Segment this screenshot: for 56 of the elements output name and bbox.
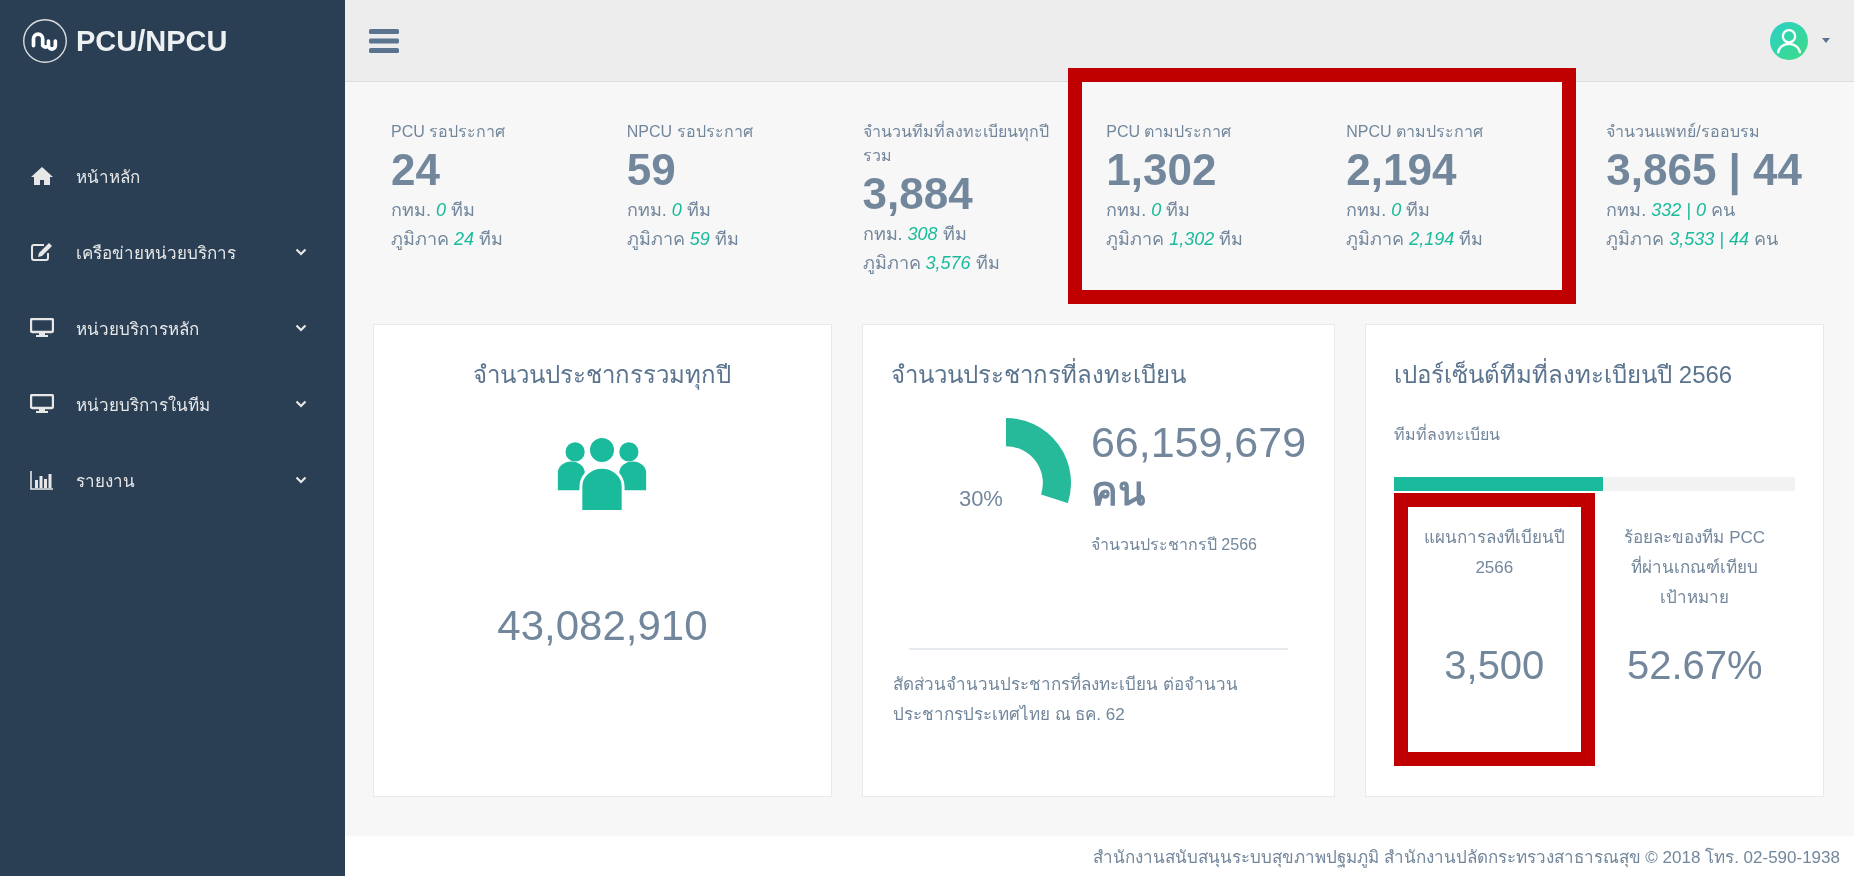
chevron-icon xyxy=(295,248,307,256)
stat-label: NPCU รอประกาศ xyxy=(626,122,754,142)
stat-value: 59 xyxy=(626,144,677,196)
edit-icon xyxy=(30,242,54,262)
stat-label: จำนวนทีมที่ลงทะเบียนทุกปีรวม xyxy=(862,120,1050,166)
menu-item[interactable]: เครือข่ายหน่วยบริการ xyxy=(0,214,345,290)
stat-value: 24 xyxy=(391,144,441,196)
stat-value: 3,865 | 44 xyxy=(1606,144,1804,196)
menu-item[interactable]: รายงาน xyxy=(0,442,345,518)
stat-detail: กทม. 332 | 0 คน xyxy=(1606,199,1736,222)
menu-item[interactable]: หน้าหลัก xyxy=(0,138,345,214)
stat-detail: ภูมิภาค 3,533 | 44 คน xyxy=(1606,228,1780,252)
card-title: เปอร์เซ็นต์ทีมที่ลงทะเบียนปี 2566 xyxy=(1394,355,1795,394)
chevron-icon xyxy=(295,324,307,332)
menu-item[interactable]: หน่วยบริการในทีม xyxy=(0,366,345,442)
population-total: 43,082,910 xyxy=(496,602,709,650)
stat-value: 3,884 xyxy=(862,168,974,220)
chevron-icon xyxy=(295,400,307,408)
metric-label: แผนการลงทีเบียนปี 2566 xyxy=(1422,527,1566,579)
monitor-icon xyxy=(30,394,54,414)
monitor-icon xyxy=(30,318,54,338)
stat-label: PCU ตามประกาศ xyxy=(1106,122,1233,142)
stat-detail: กทม. 308 ทีม xyxy=(862,223,968,246)
stat-detail: กทม. 0 ทีม xyxy=(1106,199,1192,222)
stat-detail: ภูมิภาค 3,576 ทีม xyxy=(862,252,1001,276)
bar-chart-icon xyxy=(30,470,54,490)
stat-detail: ภูมิภาค 24 ทีม xyxy=(391,228,505,252)
stat-label: NPCU ตามประกาศ xyxy=(1346,122,1485,142)
stat-detail: ภูมิภาค 1,302 ทีม xyxy=(1106,228,1245,252)
stat-detail: กทม. 0 ทีม xyxy=(1346,199,1432,222)
home-icon xyxy=(30,166,54,186)
population-value: 66,159,679 xyxy=(1090,418,1307,466)
caret-icon[interactable] xyxy=(1822,38,1830,43)
stat-label: PCU รอประกาศ xyxy=(391,122,507,142)
card-note: สัดส่วนจำนวนประชากรที่ลงทะเบียน ต่อจำนวนประชากรประเทศไทย ณ ธค. 62 xyxy=(890,670,1307,730)
menu-item[interactable]: หน่วยบริการหลัก xyxy=(0,290,345,366)
app-title: PCU/NPCU xyxy=(76,24,228,58)
progress-label: ทีมที่ลงทะเบียน xyxy=(1394,423,1502,445)
card-title: จำนวนประชากรที่ลงทะเบียน xyxy=(890,355,1307,394)
stat-value: 1,302 xyxy=(1106,144,1218,196)
logo-icon xyxy=(22,18,68,64)
chevron-icon xyxy=(295,476,307,484)
stat-label: จำนวนแพทย์/รออบรม xyxy=(1606,121,1761,142)
stat-detail: กทม. 0 ทีม xyxy=(626,199,712,222)
metric-value: 3,500 xyxy=(1444,643,1545,688)
stat-value: 2,194 xyxy=(1346,144,1458,196)
stat-detail: ภูมิภาค 2,194 ทีม xyxy=(1346,228,1485,252)
stat-detail: กทม. 0 ทีม xyxy=(391,199,477,222)
stat-detail: ภูมิภาค 59 ทีม xyxy=(626,228,740,252)
metric-label: ร้อยละของทีม PCC ที่ผ่านเกณฑ์เทียบเป้าหมาย xyxy=(1623,527,1767,609)
metric-value: 52.67% xyxy=(1626,643,1763,688)
population-unit: คน xyxy=(1090,468,1146,515)
population-caption: จำนวนประชากรปี 2566 xyxy=(1090,535,1258,555)
gauge-percent: 30% xyxy=(958,486,1003,512)
footer-text: สำนักงานสนับสนุนระบบสุขภาพปฐมภูมิ สำนักงานปลัดกระทรวงสาธารณสุข © 2018 โทร. 02-590-1938 xyxy=(1092,846,1840,870)
card-title: จำนวนประชากรรวมทุกปี xyxy=(472,360,733,392)
